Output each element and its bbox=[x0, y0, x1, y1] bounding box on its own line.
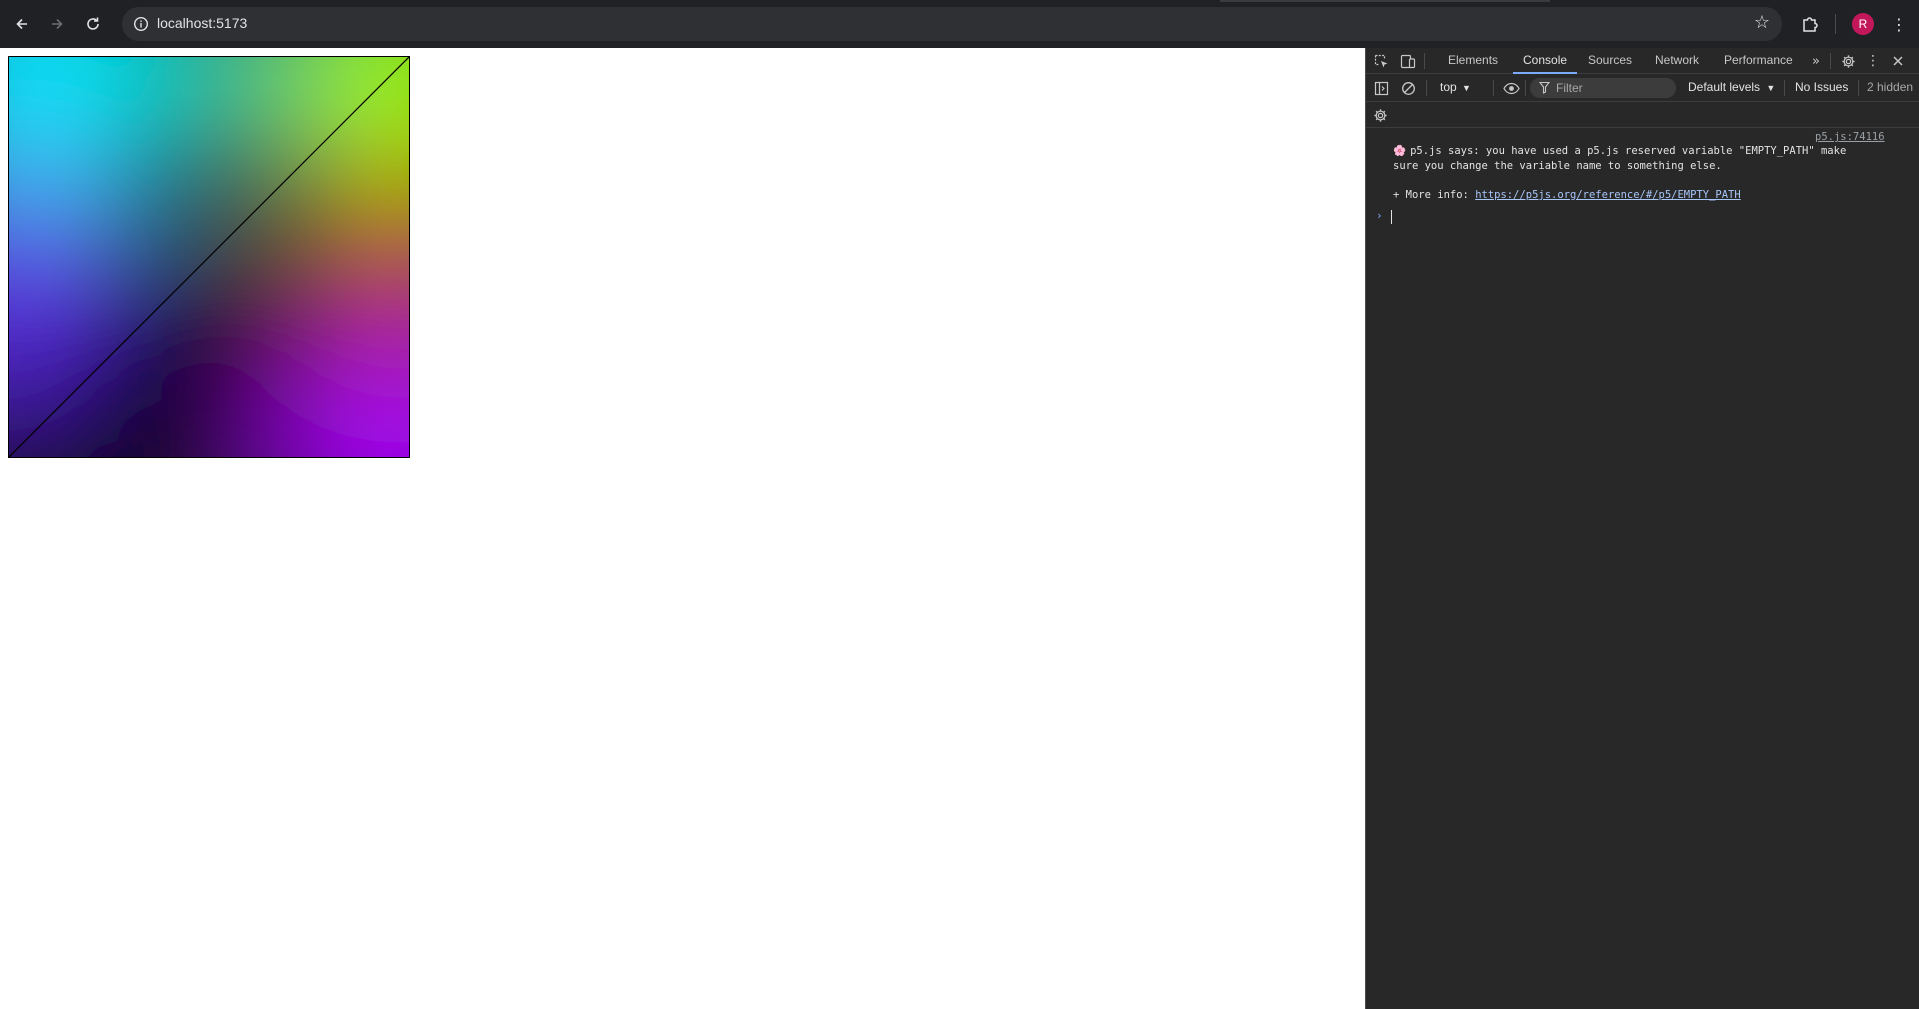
gradient-canvas-drawing bbox=[9, 57, 409, 457]
toolbar-divider bbox=[1784, 80, 1785, 96]
device-toggle-icon bbox=[1400, 54, 1416, 68]
tab-divider bbox=[1424, 53, 1425, 69]
eye-icon bbox=[1502, 82, 1520, 94]
filter-icon bbox=[1539, 81, 1550, 94]
chevron-double-right-icon: » bbox=[1812, 53, 1820, 69]
tab-elements[interactable]: Elements bbox=[1446, 48, 1500, 73]
console-toolbar: top ▼ Default levels ▼ No Issues 2 hidde… bbox=[1366, 74, 1919, 102]
gear-icon bbox=[1841, 54, 1855, 68]
kebab-menu-icon: ⋮ bbox=[1891, 14, 1907, 34]
reload-icon bbox=[87, 17, 99, 30]
tab-performance[interactable]: Performance bbox=[1722, 48, 1795, 73]
more-info-line: + More info: https://p5js.org/reference/… bbox=[1393, 189, 1741, 201]
address-bar[interactable]: localhost:5173 ☆ bbox=[122, 7, 1782, 41]
console-filter[interactable] bbox=[1530, 78, 1676, 98]
toolbar-divider bbox=[1426, 80, 1427, 96]
message-source-link[interactable]: p5.js:74116 bbox=[1815, 131, 1885, 143]
sidebar-icon bbox=[1374, 81, 1388, 95]
toolbar-divider bbox=[1525, 80, 1526, 96]
inspect-cursor-icon bbox=[1374, 54, 1387, 67]
devtools-tab-bar: Elements Console Sources Network Perform… bbox=[1366, 48, 1919, 74]
bookmark-star-icon[interactable]: ☆ bbox=[1754, 12, 1770, 33]
device-toolbar-button[interactable] bbox=[1398, 51, 1418, 71]
url-text[interactable]: localhost:5173 bbox=[157, 15, 247, 31]
tab-sources[interactable]: Sources bbox=[1586, 48, 1634, 73]
toolbar-divider bbox=[1858, 80, 1859, 96]
forward-button[interactable] bbox=[45, 12, 69, 36]
arrow-right-icon bbox=[52, 18, 63, 30]
devtools-panel: Elements Console Sources Network Perform… bbox=[1365, 48, 1919, 1009]
more-tabs-button[interactable]: » bbox=[1806, 51, 1826, 71]
page-viewport bbox=[0, 48, 1365, 1009]
dropdown-arrow-icon: ▼ bbox=[1766, 83, 1776, 93]
more-info-link[interactable]: https://p5js.org/reference/#/p5/EMPTY_PA… bbox=[1475, 189, 1741, 201]
console-settings-button[interactable] bbox=[1370, 105, 1390, 125]
browser-menu-button[interactable]: ⋮ bbox=[1887, 12, 1911, 36]
back-button[interactable] bbox=[10, 12, 34, 36]
devtools-settings-button[interactable] bbox=[1838, 51, 1858, 71]
console-prompt-icon: › bbox=[1376, 209, 1383, 222]
kebab-menu-icon: ⋮ bbox=[1866, 53, 1880, 69]
site-info-button[interactable] bbox=[130, 13, 152, 35]
toolbar-divider bbox=[1493, 80, 1494, 96]
dropdown-arrow-icon: ▼ bbox=[1462, 83, 1471, 93]
tab-divider bbox=[1830, 53, 1831, 69]
filter-input[interactable] bbox=[1556, 78, 1668, 98]
p5-canvas[interactable] bbox=[8, 56, 410, 458]
gear-icon bbox=[1373, 108, 1387, 122]
console-input-caret[interactable] bbox=[1391, 210, 1392, 224]
block-icon bbox=[1401, 81, 1415, 95]
flower-emoji-icon: 🌸 bbox=[1393, 145, 1407, 157]
log-levels-label: Default levels bbox=[1688, 80, 1761, 94]
live-expression-button[interactable] bbox=[1501, 78, 1521, 98]
context-selector[interactable]: top ▼ bbox=[1440, 80, 1471, 94]
more-info-label: + More info: bbox=[1393, 189, 1476, 201]
console-message-text: p5.js says: you have used a p5.js reserv… bbox=[1393, 145, 1847, 172]
inspect-element-button[interactable] bbox=[1371, 51, 1391, 71]
hidden-messages-count: 2 hidden bbox=[1867, 80, 1914, 94]
puzzle-icon bbox=[1803, 17, 1818, 32]
extensions-button[interactable] bbox=[1798, 12, 1822, 36]
show-sidebar-button[interactable] bbox=[1371, 78, 1391, 98]
close-devtools-button[interactable] bbox=[1888, 51, 1908, 71]
arrow-left-icon bbox=[16, 18, 27, 30]
toolbar-divider bbox=[1835, 14, 1836, 34]
issues-counter[interactable]: No Issues bbox=[1795, 80, 1848, 94]
context-label: top bbox=[1440, 80, 1457, 94]
profile-avatar[interactable]: R bbox=[1852, 13, 1874, 35]
browser-toolbar: localhost:5173 ☆ R ⋮ bbox=[0, 0, 1919, 48]
clear-console-button[interactable] bbox=[1398, 78, 1418, 98]
tab-network[interactable]: Network bbox=[1653, 48, 1701, 73]
tab-strip-accent bbox=[1220, 0, 1550, 2]
reload-button[interactable] bbox=[81, 12, 105, 36]
close-icon bbox=[1893, 56, 1903, 66]
tab-console[interactable]: Console bbox=[1512, 48, 1578, 74]
info-icon bbox=[133, 16, 149, 32]
log-levels-dropdown[interactable]: Default levels ▼ bbox=[1688, 80, 1775, 94]
console-settings-bar bbox=[1366, 102, 1919, 128]
devtools-menu-button[interactable]: ⋮ bbox=[1863, 51, 1883, 71]
console-message: 🌸 p5.js says: you have used a p5.js reser… bbox=[1393, 144, 1893, 174]
